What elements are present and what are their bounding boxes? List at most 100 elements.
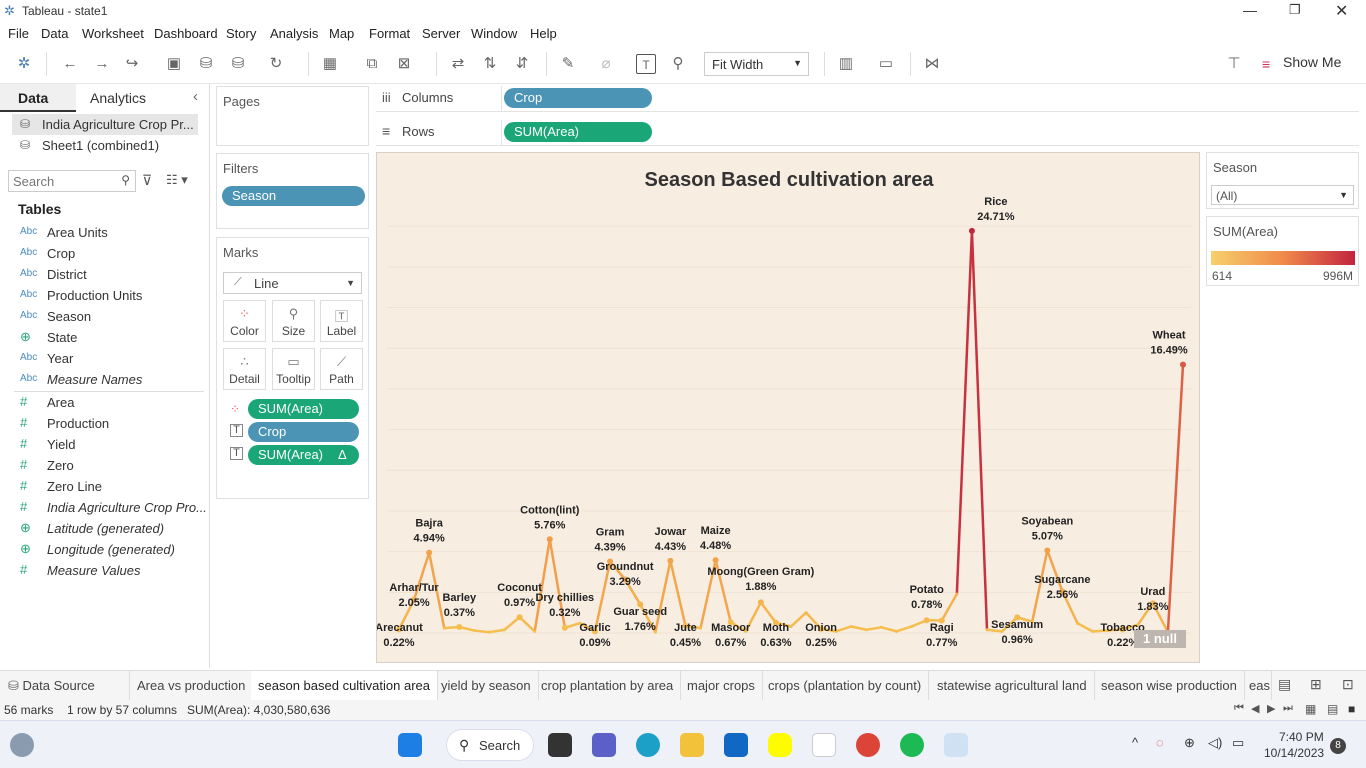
tab-data-source[interactable]: ⛁ Data Source	[0, 671, 130, 701]
data-point[interactable]	[1075, 621, 1079, 625]
fit-width-select[interactable]: Fit Width ▼	[704, 52, 809, 76]
data-point[interactable]	[895, 629, 899, 633]
null-indicator[interactable]: 1 null	[1134, 630, 1186, 648]
data-point[interactable]	[955, 592, 959, 596]
tab-crops-plantation-by-count[interactable]: crops (plantation by count)	[761, 671, 930, 701]
color-button[interactable]: ⁘ Color	[223, 300, 266, 342]
menu-map[interactable]: Map	[329, 26, 354, 41]
measure-field[interactable]: # Area	[0, 392, 205, 413]
menu-file[interactable]: File	[8, 26, 29, 41]
data-point[interactable]	[789, 624, 793, 628]
share-icon[interactable]: ⋈	[922, 54, 942, 74]
weather-icon[interactable]	[10, 733, 34, 757]
redo-icon[interactable]: →	[92, 54, 112, 74]
sheet-nav-last-icon[interactable]: ⏭	[1283, 702, 1293, 715]
data-point[interactable]	[849, 624, 853, 628]
data-point[interactable]	[879, 625, 883, 629]
view-options-icon[interactable]: ☷ ▾	[166, 172, 188, 188]
taskbar-search[interactable]: ⚲ Search	[446, 729, 534, 761]
file-explorer-icon[interactable]	[680, 733, 704, 757]
menu-server[interactable]: Server	[422, 26, 460, 41]
group-icon[interactable]: ⌀	[596, 54, 616, 74]
show-sheet-sorter-icon[interactable]: ■	[1348, 702, 1355, 716]
datasource-item[interactable]: ⛁ Sheet1 (combined1)	[12, 135, 198, 156]
task-view-icon[interactable]	[548, 733, 572, 757]
new-dashboard-tab-icon[interactable]: ⊞	[1310, 676, 1322, 693]
new-worksheet-icon[interactable]: ▦	[320, 54, 340, 74]
app-icon[interactable]	[812, 733, 836, 757]
undo-icon[interactable]: ←	[60, 54, 80, 74]
sheet-nav-first-icon[interactable]: ⏮	[1234, 702, 1244, 715]
spotify-icon[interactable]	[900, 733, 924, 757]
columns-shelf[interactable]: iii Columns Crop	[376, 86, 1359, 112]
measure-field[interactable]: ⊕ Latitude (generated)	[0, 518, 205, 539]
data-point[interactable]	[757, 599, 764, 606]
dimension-field[interactable]: Abc Year	[0, 348, 205, 369]
chart-view[interactable]: Season Based cultivation area Arecanut 0.…	[376, 152, 1200, 663]
store-icon[interactable]	[724, 733, 748, 757]
data-point[interactable]	[667, 557, 674, 564]
swap-icon[interactable]: ⇄	[448, 54, 468, 74]
measure-field[interactable]: # Yield	[0, 434, 205, 455]
dimension-field[interactable]: Abc Production Units	[0, 285, 205, 306]
marks-pill-crop[interactable]: Crop	[248, 422, 359, 442]
windows-start-icon[interactable]	[398, 733, 422, 757]
tab-yield-by-season[interactable]: yield by season	[434, 671, 539, 701]
line-chart[interactable]: Season Based cultivation area Arecanut 0.…	[377, 153, 1201, 664]
mark-type-select[interactable]: ⟋ Line ▼	[223, 272, 362, 294]
data-point[interactable]	[985, 628, 989, 632]
data-point[interactable]	[426, 549, 433, 556]
datasource-selected[interactable]: ⛁ India Agriculture Crop Pr...	[12, 114, 198, 135]
data-point[interactable]	[516, 614, 523, 621]
measure-field[interactable]: # Zero Line	[0, 476, 205, 497]
chevron-up-icon[interactable]: ^	[1132, 735, 1138, 750]
data-point[interactable]	[864, 628, 868, 632]
data-point[interactable]	[804, 611, 808, 615]
chrome-icon[interactable]	[856, 733, 880, 757]
tab-area-vs-production[interactable]: Area vs production	[130, 671, 254, 701]
dimension-field[interactable]: ⊕ State	[0, 327, 205, 348]
data-point[interactable]	[503, 628, 507, 632]
label-button[interactable]: 🅃 Label	[320, 300, 363, 342]
tableau-taskbar-icon[interactable]	[944, 733, 968, 757]
sheet-nav-prev-icon[interactable]: ◀	[1251, 702, 1259, 715]
data-point[interactable]	[533, 629, 537, 633]
season-filter-select[interactable]: (All) ▼	[1211, 185, 1354, 205]
new-story-tab-icon[interactable]: ⊡	[1342, 676, 1354, 693]
pause-updates-icon[interactable]: ⛁	[228, 54, 248, 74]
menu-format[interactable]: Format	[369, 26, 410, 41]
menu-story[interactable]: Story	[226, 26, 256, 41]
highlight-icon[interactable]: ✎	[558, 54, 578, 74]
data-point[interactable]	[1180, 361, 1186, 368]
measure-field[interactable]: # Zero	[0, 455, 205, 476]
show-tabs-icon[interactable]: ▤	[1327, 702, 1338, 716]
rows-shelf[interactable]: ≡ Rows SUM(Area)	[376, 120, 1359, 146]
measure-field[interactable]: ⊕ Longitude (generated)	[0, 539, 205, 560]
network-icon[interactable]: ◌	[1156, 735, 1164, 750]
new-worksheet-tab-icon[interactable]: ▤	[1278, 676, 1291, 693]
data-point[interactable]	[699, 626, 703, 630]
tab-major-crops[interactable]: major crops	[680, 671, 763, 701]
data-point[interactable]	[712, 557, 719, 564]
show-labels-icon[interactable]: T	[636, 54, 656, 74]
pages-card[interactable]: Pages	[216, 86, 369, 146]
tab-analytics[interactable]: Analytics	[90, 90, 146, 106]
data-point[interactable]	[487, 630, 491, 634]
tab-crop-plantation-by-area[interactable]: crop plantation by area	[534, 671, 682, 701]
pin-icon[interactable]: ⚲	[668, 54, 688, 74]
tableau-home-icon[interactable]: ✲	[14, 54, 34, 74]
marks-pill-sum-area-color[interactable]: SUM(Area)	[248, 399, 359, 419]
collapse-pane-icon[interactable]: ‹	[193, 88, 198, 105]
duplicate-sheet-icon[interactable]: ⧉	[362, 54, 382, 74]
volume-icon[interactable]: ◁)	[1208, 735, 1222, 751]
sheet-nav-next-icon[interactable]: ▶	[1267, 702, 1275, 715]
restore-icon[interactable]: ❐	[1289, 2, 1301, 18]
refresh-icon[interactable]: ↻	[266, 54, 286, 74]
data-point[interactable]	[1044, 547, 1051, 554]
menu-help[interactable]: Help	[530, 26, 557, 41]
path-button[interactable]: ⟋ Path	[320, 348, 363, 390]
tab-statewise-agricultural-land[interactable]: statewise agricultural land	[930, 671, 1095, 701]
data-point[interactable]	[546, 536, 553, 543]
tab-eas[interactable]: eas	[1242, 671, 1272, 701]
presentation-icon[interactable]: ▭	[876, 54, 896, 74]
